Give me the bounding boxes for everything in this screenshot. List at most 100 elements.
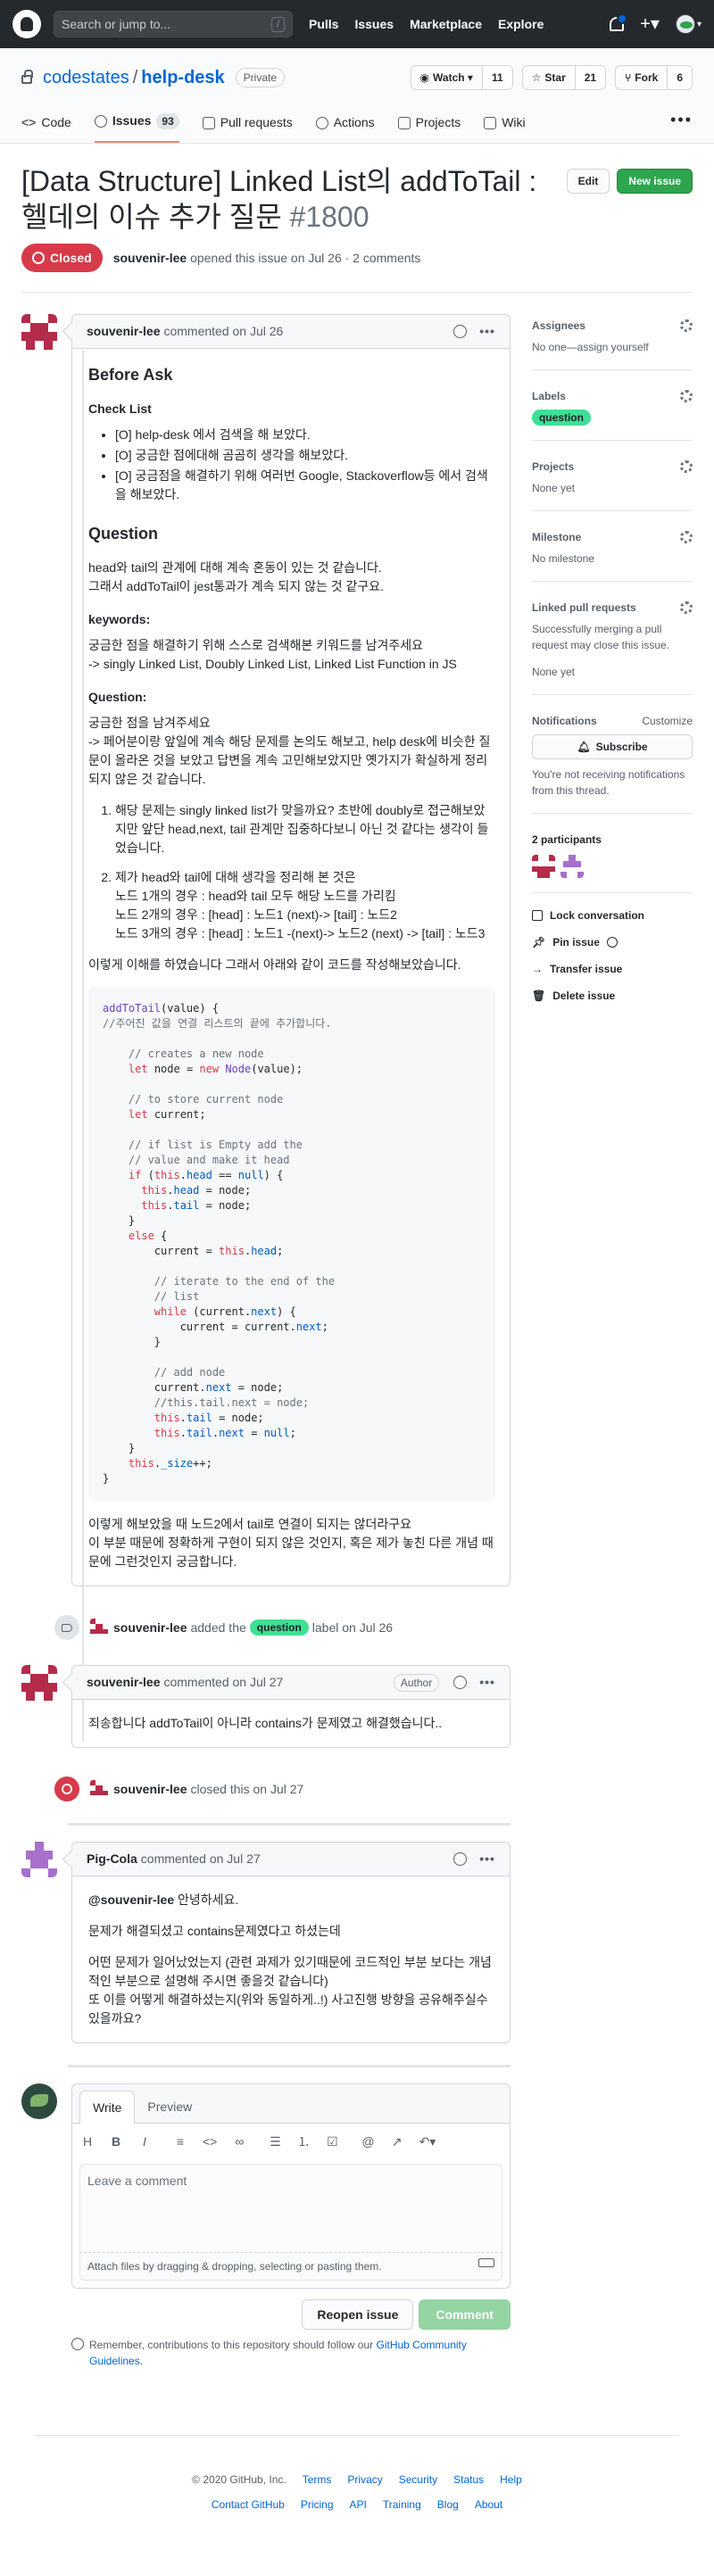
footer-link[interactable]: Privacy [347, 2472, 382, 2488]
task-list-icon[interactable]: ☑ [326, 2133, 338, 2151]
user-mention[interactable]: @souvenir-lee [88, 1893, 174, 1907]
italic-icon[interactable]: I [138, 2133, 151, 2151]
markdown-icon[interactable] [477, 2258, 494, 2267]
code-icon[interactable]: <> [203, 2133, 217, 2151]
issue-author[interactable]: souvenir-lee [113, 249, 187, 268]
reopen-issue-button[interactable]: Reopen issue [302, 2299, 414, 2330]
comment-time[interactable]: commented on Jul 26 [163, 322, 283, 341]
tab-issues[interactable]: Issues 93 [94, 112, 179, 143]
comment-author[interactable]: Pig-Cola [87, 1850, 137, 1868]
emoji-reaction-icon[interactable] [453, 1676, 468, 1689]
tab-write[interactable]: Write [79, 2091, 136, 2124]
watch-count[interactable]: 11 [481, 66, 512, 89]
event-actor[interactable]: souvenir-lee [113, 1780, 187, 1799]
footer-link[interactable]: Terms [303, 2472, 332, 2488]
search-input[interactable]: Search or jump to... / [54, 11, 293, 37]
transfer-issue-link[interactable]: → Transfer issue [532, 961, 693, 977]
bold-icon[interactable]: B [110, 2133, 122, 2151]
star-count[interactable]: 21 [574, 66, 606, 89]
reply-icon[interactable]: ↶▾ [419, 2133, 436, 2151]
issue-sidebar: Assignees No one—assign yourself Labels … [531, 314, 693, 2369]
participant-avatar[interactable] [531, 855, 555, 878]
more-tabs-icon[interactable]: ••• [670, 108, 693, 143]
reference-icon[interactable]: ↗ [391, 2133, 403, 2151]
edit-button[interactable]: Edit [566, 169, 610, 194]
emoji-reaction-icon[interactable] [453, 1852, 468, 1866]
fork-count[interactable]: 6 [667, 66, 692, 89]
tab-code[interactable]: <> Code [21, 113, 71, 143]
avatar[interactable] [21, 1665, 57, 1701]
question-label[interactable]: question [249, 1619, 309, 1636]
gear-icon[interactable] [680, 531, 693, 543]
question-label[interactable]: question [531, 410, 591, 426]
mention-icon[interactable]: @ [361, 2133, 374, 2151]
avatar[interactable] [90, 1619, 108, 1636]
nav-explore[interactable]: Explore [498, 15, 544, 34]
footer-link[interactable]: Pricing [301, 2497, 334, 2513]
gear-icon[interactable] [680, 319, 693, 332]
kebab-menu-icon[interactable]: ••• [479, 322, 495, 341]
new-issue-button[interactable]: New issue [617, 169, 693, 194]
kebab-menu-icon[interactable]: ••• [479, 1850, 495, 1868]
avatar[interactable] [90, 1780, 108, 1798]
footer-link[interactable]: Help [500, 2472, 522, 2488]
tab-pull-requests[interactable]: Pull requests [202, 113, 293, 143]
user-menu[interactable]: ▾ [675, 14, 702, 34]
comment-author[interactable]: souvenir-lee [87, 322, 160, 341]
kebab-menu-icon[interactable]: ••• [479, 1673, 495, 1692]
participant-avatar[interactable] [560, 855, 584, 878]
notification-bell-icon[interactable] [610, 13, 628, 31]
nav-marketplace[interactable]: Marketplace [410, 15, 482, 34]
question2-text: 궁금한 점을 남겨주세요 [88, 716, 211, 730]
numbered-list-icon[interactable]: ⒈ [297, 2133, 310, 2151]
link-icon[interactable]: ∞ [233, 2133, 245, 2151]
footer-link[interactable]: API [350, 2497, 367, 2513]
watch-button[interactable]: ◉ Watch ▾ 11 [410, 65, 513, 90]
comment-textarea[interactable]: Leave a comment [79, 2164, 502, 2253]
avatar[interactable] [21, 1842, 57, 1877]
footer-link[interactable]: Contact GitHub [212, 2497, 285, 2513]
assign-yourself-link[interactable]: No one—assign yourself [532, 339, 693, 355]
tab-actions[interactable]: Actions [315, 113, 375, 143]
comment-author[interactable]: souvenir-lee [87, 1673, 160, 1692]
comment-box: Pig-Cola commented on Jul 27 ••• @souven… [71, 1842, 511, 2043]
gear-icon[interactable] [680, 390, 693, 402]
nav-pulls[interactable]: Pulls [309, 15, 338, 34]
tab-wiki[interactable]: Wiki [484, 113, 526, 143]
code-icon: <> [21, 115, 37, 129]
lock-conversation-link[interactable]: Lock conversation [531, 907, 693, 924]
quote-icon[interactable]: ≡ [174, 2133, 187, 2151]
subscribe-button[interactable]: 🔔︎ Subscribe [531, 734, 693, 759]
github-logo-icon[interactable] [12, 10, 41, 38]
comment-time[interactable]: commented on Jul 27 [141, 1850, 261, 1868]
customize-link[interactable]: Customize [642, 713, 693, 729]
footer-link[interactable]: About [475, 2497, 502, 2513]
tab-projects[interactable]: Projects [397, 113, 461, 143]
heading-icon[interactable]: H [81, 2133, 94, 2151]
delete-issue-link[interactable]: 🗑︎ Delete issue [532, 988, 693, 1004]
footer-link[interactable]: Status [453, 2472, 484, 2488]
attach-files-bar[interactable]: Attach files by dragging & dropping, sel… [79, 2253, 502, 2281]
comment-time[interactable]: commented on Jul 27 [163, 1673, 283, 1692]
fork-button[interactable]: ⑂ Fork 6 [615, 65, 693, 90]
repo-owner-link[interactable]: codestates [43, 64, 129, 91]
lock-label: Lock conversation [549, 909, 644, 922]
milestone-section: Milestone No milestone [531, 526, 693, 582]
bulleted-list-icon[interactable]: ☰ [269, 2133, 281, 2151]
footer-link[interactable]: Training [383, 2497, 421, 2513]
star-button[interactable]: ☆ Star 21 [521, 65, 607, 90]
create-new-icon[interactable]: +▾ [640, 15, 660, 33]
repo-name-link[interactable]: help-desk [141, 64, 224, 91]
footer-link[interactable]: Security [399, 2472, 437, 2488]
avatar[interactable] [21, 2083, 57, 2119]
footer-link[interactable]: Blog [437, 2497, 459, 2513]
gear-icon[interactable] [680, 460, 693, 473]
gear-icon[interactable] [680, 601, 693, 614]
nav-issues[interactable]: Issues [354, 15, 394, 34]
emoji-reaction-icon[interactable] [453, 325, 468, 338]
comment-button[interactable]: Comment [419, 2299, 511, 2330]
pin-issue-link[interactable]: 📌︎ Pin issue [532, 934, 693, 950]
event-actor[interactable]: souvenir-lee [113, 1619, 187, 1637]
avatar[interactable] [21, 314, 57, 350]
tab-preview[interactable]: Preview [135, 2091, 204, 2123]
